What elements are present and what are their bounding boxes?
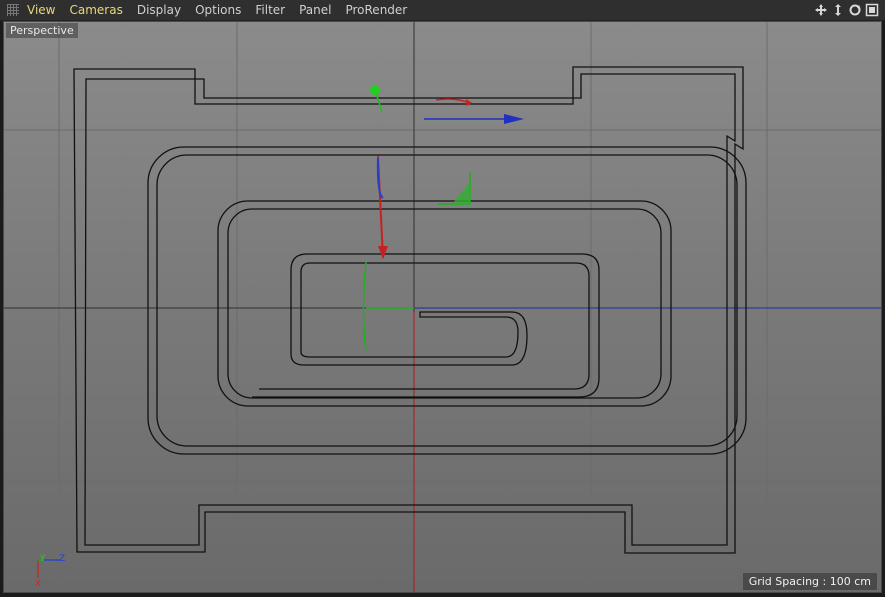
menu-view[interactable]: View bbox=[27, 0, 55, 20]
menu-panel[interactable]: Panel bbox=[299, 0, 331, 20]
grid-spacing-readout: Grid Spacing : 100 cm bbox=[742, 573, 877, 590]
menu-display[interactable]: Display bbox=[137, 0, 181, 20]
axis-orientation-indicator: Y Z X bbox=[30, 554, 66, 588]
toggle-view-icon[interactable] bbox=[865, 3, 879, 17]
axis-y-label: Y bbox=[39, 554, 46, 564]
view-navigation-icons bbox=[814, 2, 879, 18]
camera-label[interactable]: Perspective bbox=[6, 23, 78, 38]
axis-z-label: Z bbox=[59, 554, 65, 564]
spline-outer-frame bbox=[73, 66, 744, 554]
menu-cameras[interactable]: Cameras bbox=[69, 0, 122, 20]
viewport-menubar: View Cameras Display Options Filter Pane… bbox=[0, 0, 885, 21]
spline-spiral bbox=[147, 146, 747, 455]
menu-options[interactable]: Options bbox=[195, 0, 241, 20]
panel-grip-icon[interactable] bbox=[7, 4, 19, 16]
axis-x-label: X bbox=[35, 579, 41, 588]
scene-canvas[interactable] bbox=[4, 22, 882, 593]
menu-prorender[interactable]: ProRender bbox=[345, 0, 407, 20]
dolly-view-icon[interactable] bbox=[831, 3, 845, 17]
rotate-view-icon[interactable] bbox=[848, 3, 862, 17]
perspective-viewport[interactable]: Perspective Grid Spacing : 100 cm Y Z X bbox=[3, 21, 882, 593]
menu-filter[interactable]: Filter bbox=[255, 0, 285, 20]
move-view-icon[interactable] bbox=[814, 3, 828, 17]
